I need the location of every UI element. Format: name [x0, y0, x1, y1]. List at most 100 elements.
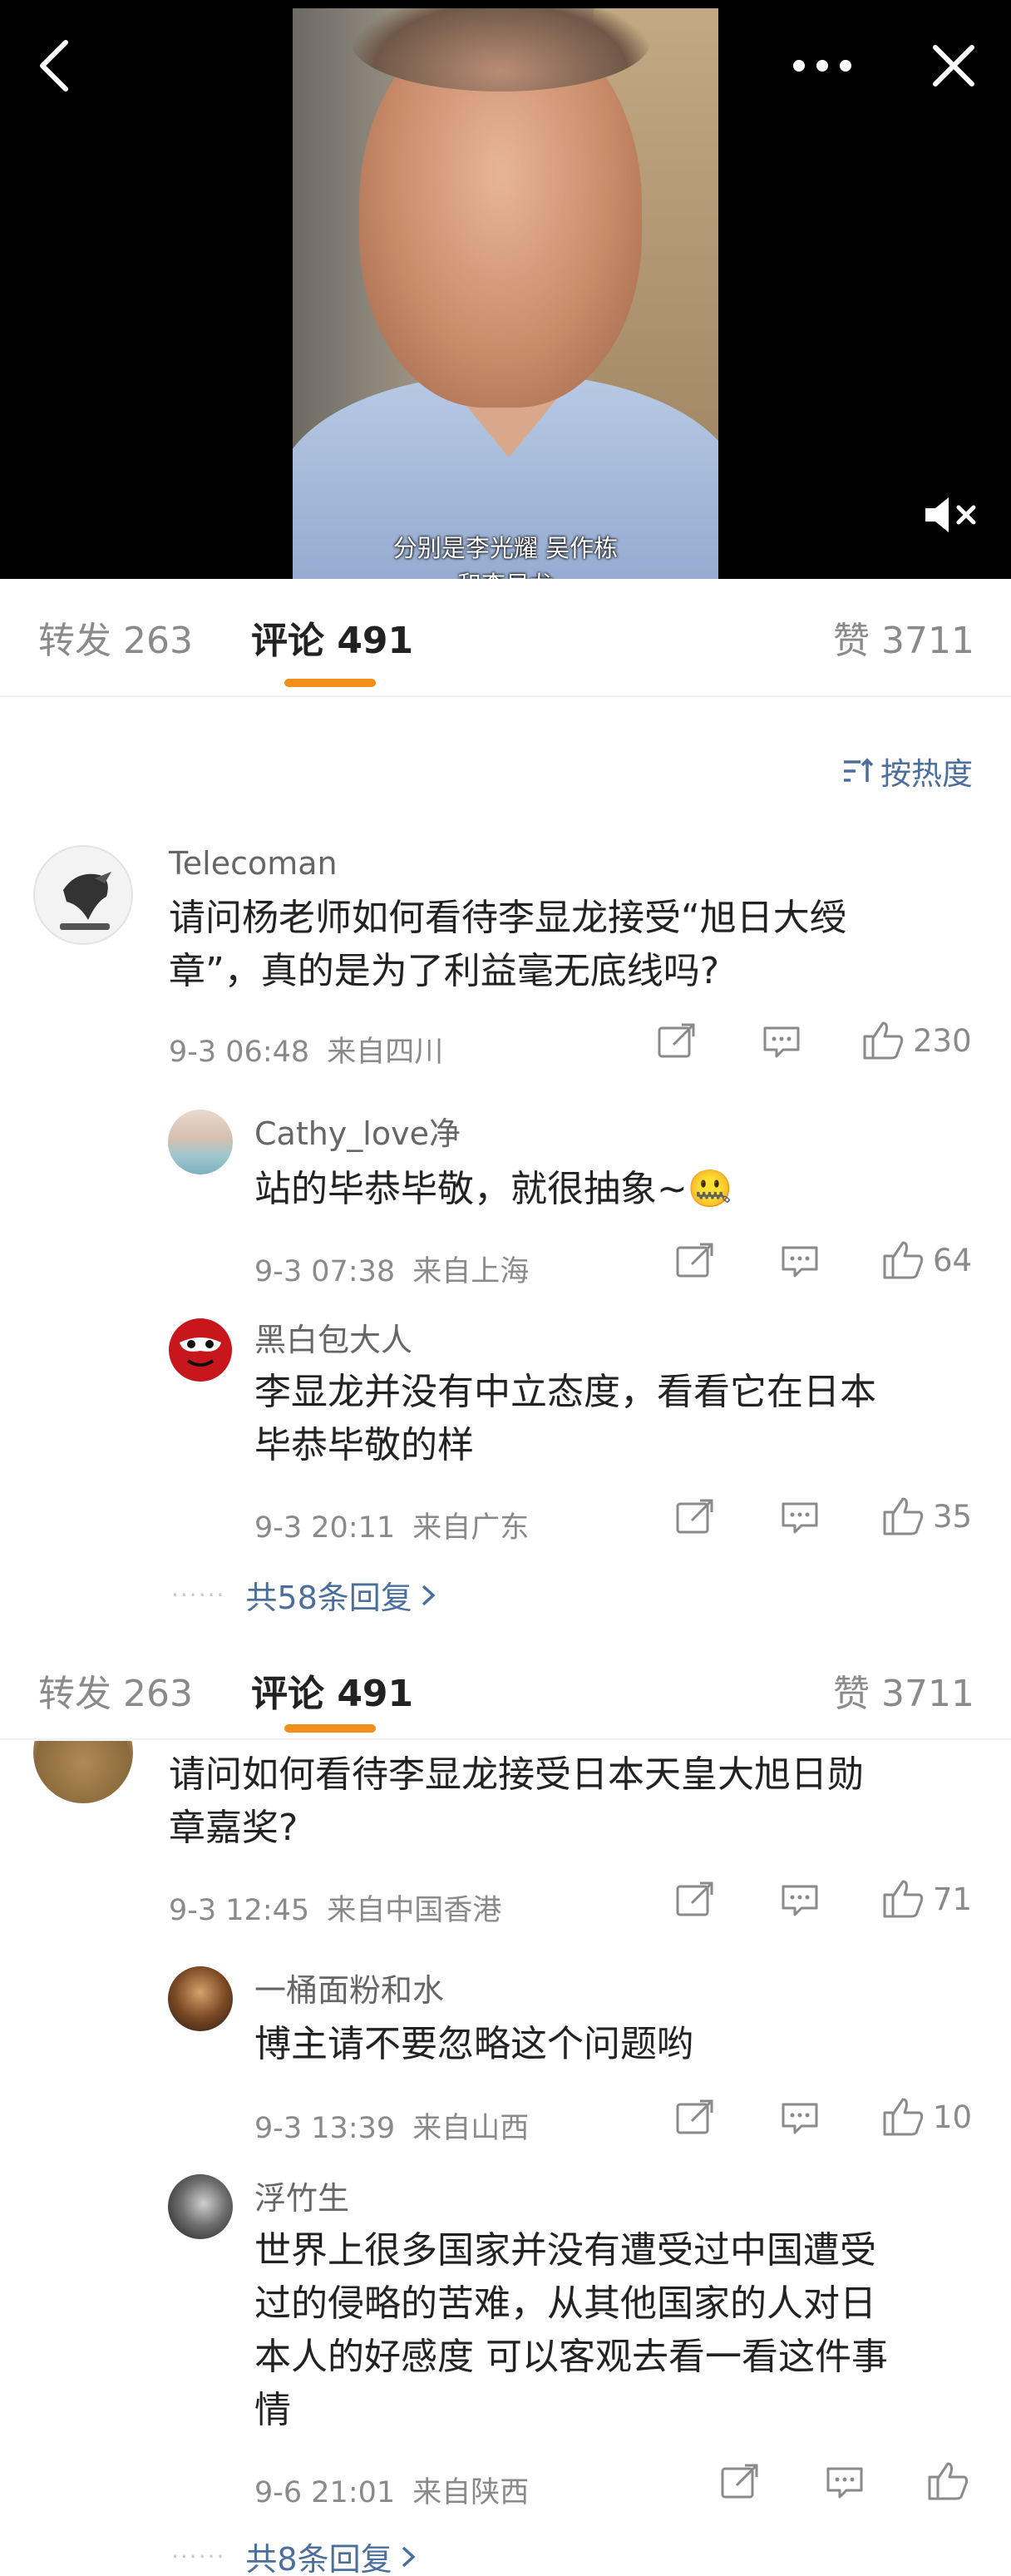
comment-icon — [763, 1026, 800, 1058]
video-player[interactable]: 分别是李光耀 吴作栋 和李显龙 — [0, 0, 1011, 579]
tab-repost[interactable]: 转发 263 — [38, 611, 193, 664]
repost-reply-button[interactable] — [720, 2464, 760, 2500]
more-horizontal-icon — [793, 60, 851, 72]
avatar-bird-logo — [60, 872, 111, 930]
comment-icon — [782, 1502, 818, 1534]
reply-meta: 9-3 07:38 来自上海 — [254, 1248, 529, 1290]
like-comment-button[interactable]: 71 — [881, 1878, 972, 1920]
tab-bar: 转发 263 评论 491 赞 3711 — [0, 579, 1011, 697]
more-button[interactable] — [785, 37, 860, 95]
reply-username[interactable]: 浮竹生 — [254, 2173, 349, 2218]
speaker-muted-icon — [925, 497, 976, 532]
chevron-right-icon — [402, 2546, 416, 2567]
like-comment-button[interactable]: 230 — [861, 1020, 972, 1061]
share-icon — [721, 2464, 758, 2499]
reply-location: 来自上海 — [412, 1255, 530, 1288]
tab-like[interactable]: 赞 3711 — [833, 1664, 974, 1717]
comment-icon — [826, 2467, 863, 2499]
back-button[interactable] — [25, 37, 83, 95]
reply-comment-button[interactable] — [762, 1025, 801, 1060]
close-button[interactable] — [925, 37, 983, 95]
video-subtitle-line2: 和李显龙 — [293, 566, 718, 579]
reply-location: 来自广东 — [412, 1511, 530, 1545]
sticky-tab-bar: 转发 263 评论 491 赞 3711 — [0, 1647, 1011, 1740]
reply-reply-button[interactable] — [780, 1244, 820, 1279]
repost-reply-button[interactable] — [675, 1499, 715, 1535]
comment-meta: 9-3 06:48 来自四川 — [169, 1028, 443, 1070]
share-icon — [658, 1023, 695, 1058]
share-icon — [676, 1499, 713, 1534]
thumbs-up-icon — [883, 2098, 924, 2136]
comment-time: 9-3 06:48 — [169, 1036, 310, 1069]
like-reply-button[interactable]: 64 — [881, 1239, 972, 1281]
comment-text-line1: 请问如何看待李显龙接受日本天皇大旭日勋 — [169, 1753, 864, 1796]
reply-meta: 9-6 21:01 来自陕西 — [254, 2469, 529, 2511]
view-more-replies[interactable]: ······ 共58条回复 — [171, 1572, 436, 1618]
reply-text-line3: 本人的好感度 可以客观去看一看这件事 — [254, 2336, 888, 2378]
like-reply-button[interactable] — [926, 2460, 978, 2502]
reply-text-line1: 李显龙并没有中立态度，看看它在日本 — [254, 1371, 876, 1413]
reply-username[interactable]: 一桶面粉和水 — [254, 1965, 444, 2010]
reply-reply-button[interactable] — [780, 1501, 820, 1535]
reply-comment-button[interactable] — [780, 1883, 820, 1918]
comment-text-line2: 章”，真的是为了利益毫无底线吗? — [169, 950, 720, 992]
reply-username[interactable]: 黑白包大人 — [254, 1314, 412, 1360]
comment-location: 来自四川 — [327, 1036, 444, 1069]
sort-button[interactable]: 按热度 — [842, 749, 973, 794]
reply-time: 9-6 21:01 — [254, 2476, 396, 2509]
like-reply-button[interactable]: 10 — [881, 2096, 972, 2138]
repost-reply-button[interactable] — [675, 1243, 715, 1279]
share-icon — [676, 2099, 713, 2134]
thumbs-up-icon — [863, 1021, 904, 1060]
sort-label: 按热度 — [880, 756, 973, 792]
share-icon — [676, 1881, 713, 1916]
reply-text-line4: 情 — [254, 2389, 291, 2431]
comment-text-line1: 请问杨老师如何看待李显龙接受“旭日大绶 — [169, 897, 846, 939]
reply-text-line1: 世界上很多国家并没有遭受过中国遭受 — [254, 2229, 876, 2272]
avatar[interactable] — [168, 1318, 233, 1382]
like-reply-button[interactable]: 35 — [881, 1496, 972, 1537]
mute-toggle[interactable] — [918, 486, 984, 544]
comment-icon — [782, 1885, 818, 1916]
tab-comment[interactable]: 评论 491 — [251, 1664, 413, 1717]
reply-reply-button[interactable] — [825, 2465, 865, 2500]
like-count: 35 — [933, 1498, 973, 1535]
opera-mask-avatar — [169, 1318, 232, 1382]
avatar[interactable] — [33, 845, 133, 945]
repost-comment-button[interactable] — [657, 1023, 697, 1060]
reply-time: 9-3 07:38 — [254, 1255, 396, 1288]
comment-username[interactable]: Telecoman — [169, 845, 338, 882]
reply-text: 站的毕恭毕敬，就很抽象~🤐 — [254, 1168, 733, 1210]
thumbs-up-icon — [883, 1497, 924, 1535]
dots-separator: ······ — [171, 1581, 226, 1609]
comment-location: 来自中国香港 — [327, 1894, 502, 1927]
comment-icon — [782, 2103, 818, 2134]
repost-reply-button[interactable] — [675, 2099, 715, 2136]
reply-text-line2: 过的侵略的苦难，从其他国家的人对日 — [254, 2282, 876, 2325]
like-count: 64 — [933, 1242, 973, 1278]
reply-text: 博主请不要忽略这个问题哟 — [254, 2023, 693, 2065]
video-subtitle-line1: 分别是李光耀 吴作栋 — [392, 534, 619, 562]
sort-icon — [844, 758, 874, 782]
comment-time: 9-3 12:45 — [169, 1894, 310, 1927]
reply-text-line2: 毕恭毕敬的样 — [254, 1424, 474, 1466]
like-count: 10 — [933, 2099, 973, 2135]
video-frame: 分别是李光耀 吴作栋 和李显龙 — [293, 8, 718, 579]
tab-comment[interactable]: 评论 491 — [251, 611, 413, 664]
view-more-replies[interactable]: ······ 共8条回复 — [171, 2534, 416, 2576]
reply-time: 9-3 20:11 — [254, 1511, 396, 1545]
avatar[interactable] — [168, 1966, 233, 2031]
repost-comment-button[interactable] — [675, 1881, 715, 1918]
reply-location: 来自陕西 — [412, 2476, 530, 2509]
avatar[interactable] — [168, 1110, 233, 1174]
more-replies-label: 共8条回复 — [245, 2541, 392, 2576]
reply-username[interactable]: Cathy_love净 — [254, 1108, 461, 1154]
avatar[interactable] — [168, 2174, 233, 2239]
tab-like[interactable]: 赞 3711 — [833, 611, 974, 664]
comment-text-line2: 章嘉奖? — [169, 1807, 298, 1849]
reply-reply-button[interactable] — [780, 2101, 820, 2136]
active-tab-indicator — [284, 1724, 376, 1733]
tab-repost[interactable]: 转发 263 — [38, 1664, 193, 1717]
comment-icon — [782, 1246, 818, 1278]
thumbs-up-icon — [883, 1880, 924, 1918]
